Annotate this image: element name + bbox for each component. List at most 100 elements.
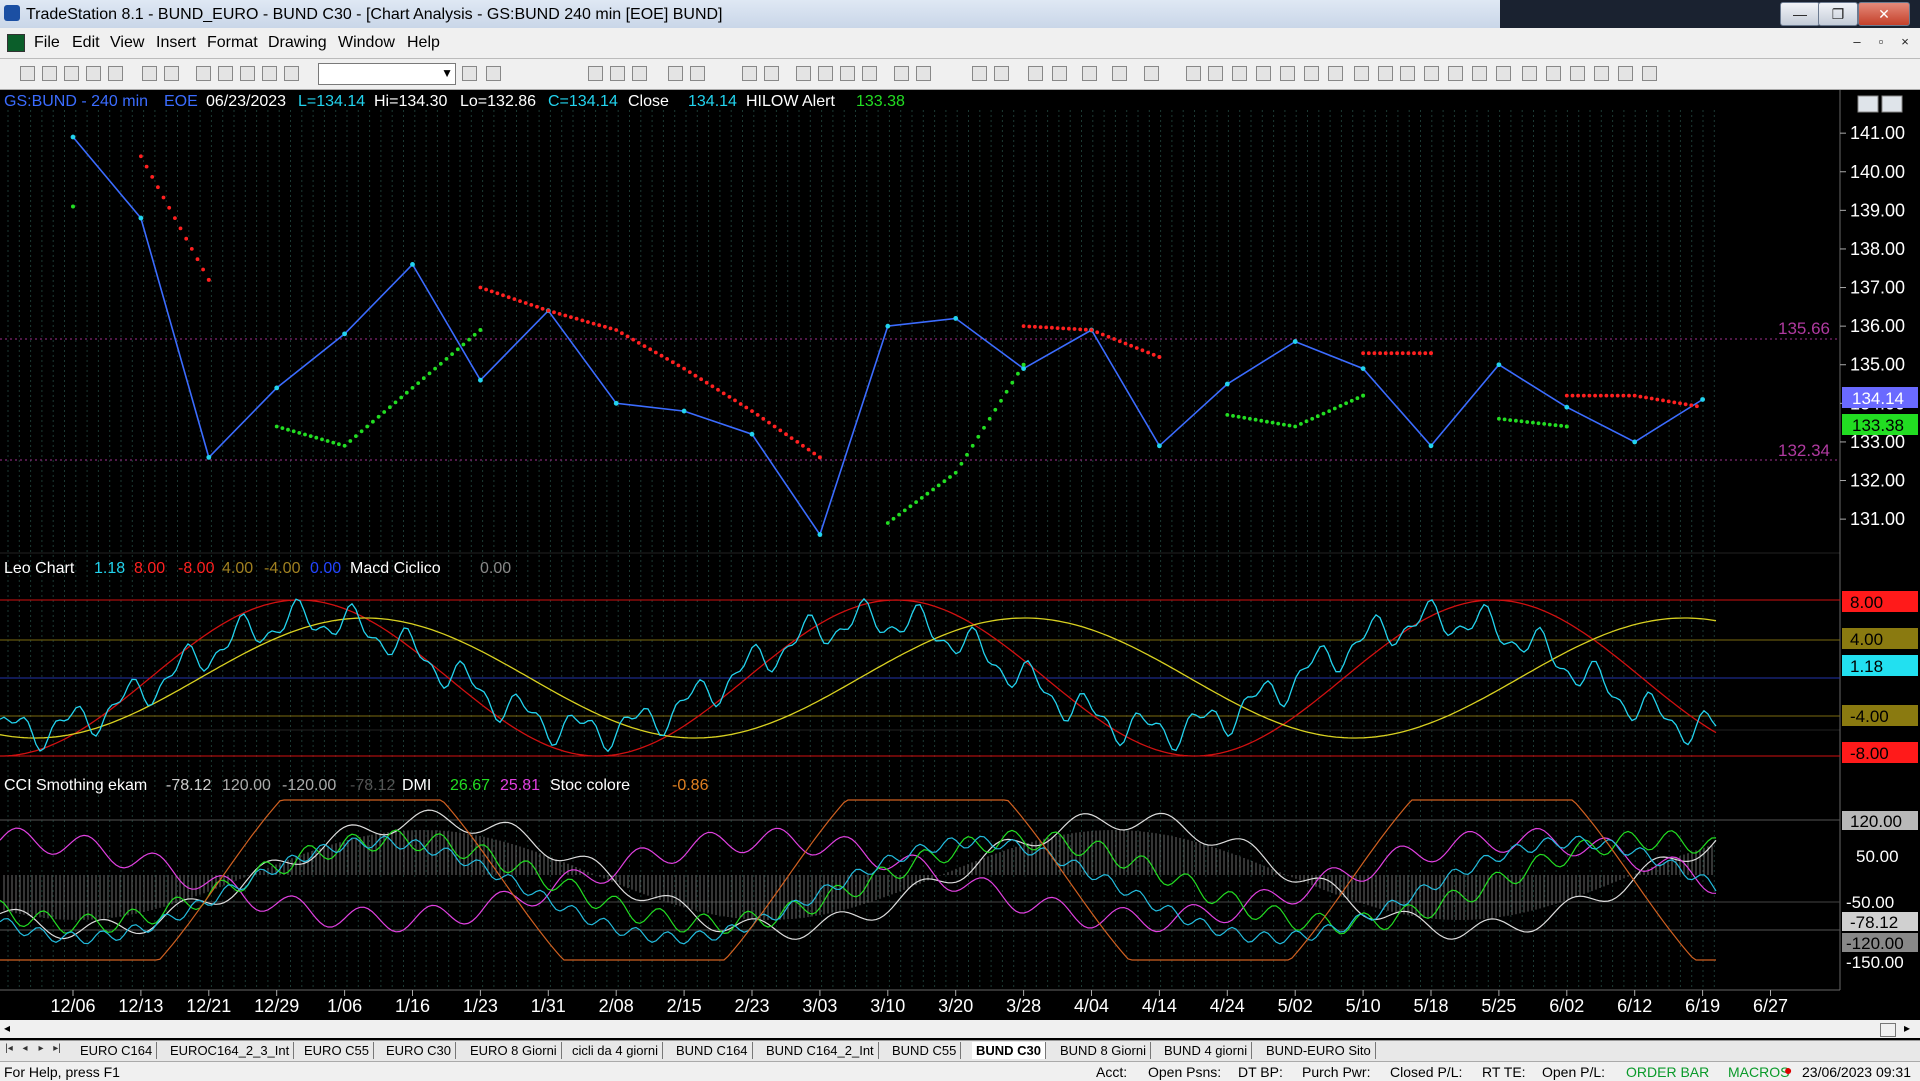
cascade-icon[interactable] xyxy=(196,66,211,81)
bar-chart-icon[interactable] xyxy=(840,66,855,81)
horizontal-scrollbar[interactable]: ◂ ▸ xyxy=(0,1020,1920,1038)
pointer-icon[interactable] xyxy=(1028,66,1043,81)
order-bar-icon[interactable] xyxy=(1112,66,1127,81)
open-icon[interactable] xyxy=(42,66,57,81)
arc-icon[interactable] xyxy=(1472,66,1487,81)
menu-file[interactable]: File xyxy=(34,34,60,52)
new-workspace-icon[interactable] xyxy=(86,66,101,81)
tab-bund-c30[interactable]: BUND C30 xyxy=(972,1042,1047,1059)
tab-euro-8-giorni[interactable]: EURO 8 Giorni xyxy=(466,1042,562,1059)
save-all-icon[interactable] xyxy=(64,66,79,81)
tab-bund-c164-2-int[interactable]: BUND C164_2_Int xyxy=(762,1042,879,1059)
gann-icon[interactable] xyxy=(1304,66,1319,81)
status-order-bar[interactable]: ORDER BAR xyxy=(1626,1064,1709,1080)
menu-drawing[interactable]: Drawing xyxy=(268,34,327,52)
mdi-minimize-button[interactable]: – xyxy=(1848,34,1866,50)
subchart-restore-button[interactable] xyxy=(1881,95,1903,113)
format-bar-icon[interactable] xyxy=(588,66,603,81)
symbol-combo[interactable]: ▼ xyxy=(318,63,456,85)
insert-radar-icon[interactable] xyxy=(818,66,833,81)
tab-euro-c55[interactable]: EURO C55 xyxy=(300,1042,375,1059)
tab-bund-c55[interactable]: BUND C55 xyxy=(888,1042,962,1059)
window-restore-button[interactable]: ❐ xyxy=(1818,2,1858,26)
indicator-icon[interactable] xyxy=(284,66,299,81)
tab-bund-c164[interactable]: BUND C164 xyxy=(672,1042,753,1059)
candle-icon[interactable] xyxy=(862,66,877,81)
price-axis-panel[interactable] xyxy=(1840,90,1920,1012)
speed-line-icon[interactable] xyxy=(1354,66,1369,81)
arrow-down-icon[interactable] xyxy=(1546,66,1561,81)
tab-euro-c164[interactable]: EURO C164 xyxy=(76,1042,158,1059)
insert-strategy-icon[interactable] xyxy=(764,66,779,81)
mdi-close-button[interactable]: × xyxy=(1896,34,1914,50)
zoom-bars-icon[interactable] xyxy=(894,66,909,81)
strategy-icon[interactable] xyxy=(262,66,277,81)
refresh-icon[interactable] xyxy=(690,66,705,81)
zoom-in-icon[interactable] xyxy=(972,66,987,81)
lock-icon[interactable] xyxy=(240,66,255,81)
data-window-icon[interactable] xyxy=(632,66,647,81)
menu-window[interactable]: Window xyxy=(338,34,395,52)
menu-insert[interactable]: Insert xyxy=(156,34,196,52)
print-icon[interactable] xyxy=(142,66,157,81)
tab-first-icon[interactable]: |◂ xyxy=(2,1043,16,1057)
menu-format[interactable]: Format xyxy=(207,34,258,52)
tab-bund-8-giorni[interactable]: BUND 8 Giorni xyxy=(1056,1042,1151,1059)
tab-cicli-da-4-giorni[interactable]: cicli da 4 giorni xyxy=(568,1042,663,1059)
matrix-icon[interactable] xyxy=(1144,66,1159,81)
menu-help[interactable]: Help xyxy=(407,34,440,52)
scroll-left-icon[interactable]: ◂ xyxy=(4,1021,10,1035)
tab-prev-icon[interactable]: ◂ xyxy=(18,1043,32,1057)
tab-bund-euro-sito[interactable]: BUND-EURO Sito xyxy=(1262,1042,1376,1059)
arrow-up-icon[interactable] xyxy=(1570,66,1585,81)
freehand-icon[interactable] xyxy=(1496,66,1511,81)
trend-dot xyxy=(716,387,720,392)
symbol-link-icon[interactable] xyxy=(668,66,683,81)
trendline-icon[interactable] xyxy=(1186,66,1201,81)
tab-next-icon[interactable]: ▸ xyxy=(34,1043,48,1057)
scroll-right-icon[interactable]: ▸ xyxy=(1904,1021,1910,1035)
crosshair-icon[interactable] xyxy=(1052,66,1067,81)
subchart-minimize-button[interactable] xyxy=(1857,95,1879,113)
menu-view[interactable]: View xyxy=(110,34,144,52)
tab-euroc164-2-3-int[interactable]: EUROC164_2_3_Int xyxy=(166,1042,295,1059)
open-workspace-icon[interactable] xyxy=(108,66,123,81)
tab-last-icon[interactable]: ▸| xyxy=(50,1043,64,1057)
parallel-lines-icon[interactable] xyxy=(1424,66,1439,81)
window-close-button[interactable]: ✕ xyxy=(1858,2,1910,26)
text-icon[interactable] xyxy=(1642,66,1657,81)
channel-icon[interactable] xyxy=(1256,66,1271,81)
tile-icon[interactable] xyxy=(218,66,233,81)
rectangle-icon[interactable] xyxy=(1618,66,1633,81)
fibonacci-icon[interactable] xyxy=(1280,66,1295,81)
horizontal-arrow-icon[interactable] xyxy=(1400,66,1415,81)
chart-area[interactable]: GS:BUND - 240 min EOE 06/23/2023 L=134.1… xyxy=(0,90,1920,1016)
play-icon[interactable] xyxy=(462,66,477,81)
print-preview-icon[interactable] xyxy=(164,66,179,81)
zoom-out-icon[interactable] xyxy=(994,66,1009,81)
tools-icon[interactable] xyxy=(1082,66,1097,81)
ellipse-icon[interactable] xyxy=(1594,66,1609,81)
mdi-restore-button[interactable]: ▫ xyxy=(1872,34,1890,50)
menu-edit[interactable]: Edit xyxy=(72,34,100,52)
status-macros[interactable]: MACROS xyxy=(1728,1064,1789,1080)
search-icon[interactable] xyxy=(486,66,501,81)
chart-canvas[interactable]: GS:BUND - 240 min EOE 06/23/2023 L=134.1… xyxy=(0,90,1920,1016)
new-icon[interactable] xyxy=(20,66,35,81)
horizontal-lines-icon[interactable] xyxy=(1232,66,1247,81)
window-minimize-button[interactable]: — xyxy=(1780,2,1820,26)
compress-bars-icon[interactable] xyxy=(916,66,931,81)
vertical-line-icon[interactable] xyxy=(1208,66,1223,81)
price-point xyxy=(1224,381,1230,387)
insert-chart-icon[interactable] xyxy=(796,66,811,81)
tab-bund-4-giorni[interactable]: BUND 4 giorni xyxy=(1160,1042,1253,1059)
andrews-pitchfork-icon[interactable] xyxy=(1328,66,1343,81)
scroll-thumb[interactable] xyxy=(1880,1023,1896,1037)
curve-icon[interactable] xyxy=(1522,66,1537,81)
fib-time-icon[interactable] xyxy=(1448,66,1463,81)
angle-line-icon[interactable] xyxy=(1378,66,1393,81)
insert-analysis-icon[interactable] xyxy=(742,66,757,81)
format-window-icon[interactable] xyxy=(610,66,625,81)
tab-euro-c30[interactable]: EURO C30 xyxy=(382,1042,457,1059)
chart-window-icon[interactable] xyxy=(7,34,25,52)
